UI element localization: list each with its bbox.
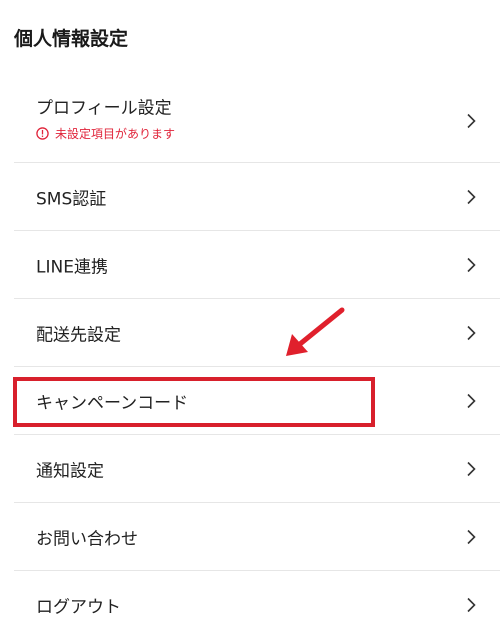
chevron-right-icon	[467, 189, 476, 204]
chevron-right-icon	[467, 325, 476, 340]
menu-item-label: キャンペーンコード	[36, 393, 189, 413]
chevron-right-icon	[467, 393, 476, 408]
page-title: 個人情報設定	[14, 28, 129, 50]
menu-item-label: ログアウト	[36, 597, 121, 617]
chevron-right-icon	[467, 257, 476, 272]
chevron-right-icon	[467, 461, 476, 476]
menu-item-label: 通知設定	[36, 461, 104, 481]
chevron-right-icon	[467, 529, 476, 544]
menu-item-label: プロフィール設定	[36, 98, 172, 119]
menu-item-sms-auth[interactable]: SMS認証	[14, 163, 500, 231]
menu-item-campaign-code[interactable]: キャンペーンコード	[14, 367, 500, 435]
menu-item-label: SMS認証	[36, 189, 107, 209]
menu-item-label: LINE連携	[36, 257, 108, 277]
settings-menu: プロフィール設定 未設定項目があります SMS認証 LINE連携 配送先設定 キ…	[0, 80, 500, 638]
menu-item-label: お問い合わせ	[36, 529, 138, 549]
menu-item-shipping-address[interactable]: 配送先設定	[14, 299, 500, 367]
profile-warning: 未設定項目があります	[36, 125, 175, 142]
warning-text: 未設定項目があります	[55, 127, 176, 141]
menu-item-label: 配送先設定	[36, 325, 121, 345]
menu-item-contact[interactable]: お問い合わせ	[14, 503, 500, 571]
chevron-right-icon	[467, 597, 476, 612]
menu-item-logout[interactable]: ログアウト	[14, 571, 500, 638]
exclamation-circle-icon	[36, 127, 49, 140]
chevron-right-icon	[467, 113, 476, 129]
menu-item-profile[interactable]: プロフィール設定 未設定項目があります	[14, 80, 500, 163]
menu-item-notifications[interactable]: 通知設定	[14, 435, 500, 503]
menu-item-line-link[interactable]: LINE連携	[14, 231, 500, 299]
